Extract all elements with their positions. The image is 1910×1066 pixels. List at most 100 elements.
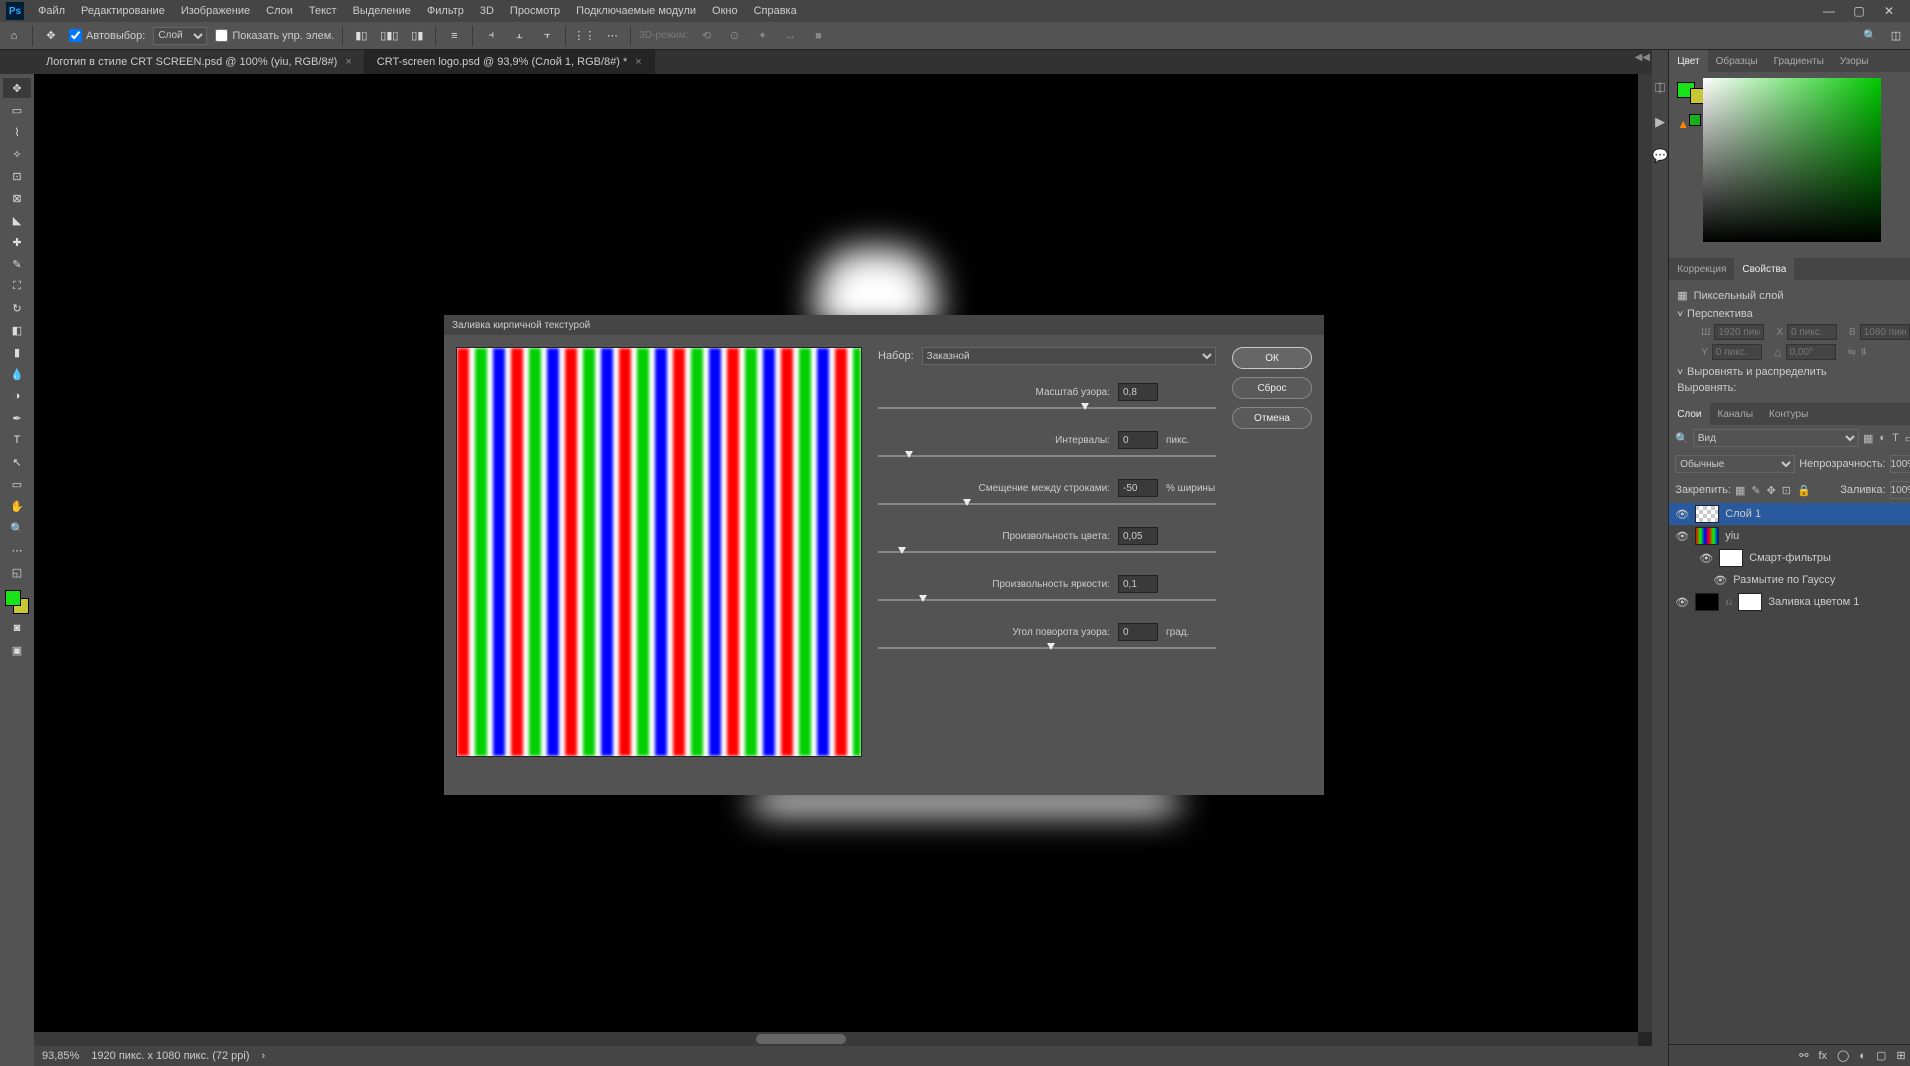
width-input[interactable]: [1714, 324, 1764, 340]
layer-row[interactable]: 👁 ⎌ Заливка цветом 1: [1669, 591, 1910, 613]
tab-color[interactable]: Цвет: [1669, 50, 1707, 72]
menu-window[interactable]: Окно: [704, 5, 746, 17]
document-tab[interactable]: CRT-screen logo.psd @ 93,9% (Слой 1, RGB…: [365, 50, 655, 74]
menu-3d[interactable]: 3D: [472, 5, 502, 17]
dodge-tool[interactable]: ◑: [3, 386, 31, 406]
visibility-toggle[interactable]: 👁: [1675, 530, 1689, 543]
param-input[interactable]: [1118, 623, 1158, 641]
menu-help[interactable]: Справка: [746, 5, 805, 17]
menu-edit[interactable]: Редактирование: [73, 5, 173, 17]
param-slider[interactable]: [878, 407, 1216, 409]
ok-button[interactable]: ОК: [1232, 347, 1312, 369]
menu-select[interactable]: Выделение: [345, 5, 419, 17]
crop-tool[interactable]: ⊡: [3, 166, 31, 186]
menu-text[interactable]: Текст: [301, 5, 345, 17]
layer-name[interactable]: Слой 1: [1725, 508, 1761, 520]
align-right-icon[interactable]: ▯▮: [407, 26, 427, 46]
lock-all-icon[interactable]: 🔒: [1797, 484, 1811, 497]
param-input[interactable]: [1118, 527, 1158, 545]
magic-wand-tool[interactable]: ✧: [3, 144, 31, 164]
layer-name[interactable]: yiu: [1725, 530, 1739, 542]
path-selection-tool[interactable]: ↖: [3, 452, 31, 472]
brush-tool[interactable]: ✎: [3, 254, 31, 274]
new-layer-icon[interactable]: ⊞: [1896, 1049, 1905, 1062]
workspace-icon[interactable]: ◫: [1886, 26, 1906, 46]
visibility-toggle[interactable]: 👁: [1713, 574, 1727, 587]
more-align-icon[interactable]: ≡: [444, 26, 464, 46]
filter-name[interactable]: Размытие по Гауссу: [1733, 574, 1835, 586]
maximize-button[interactable]: ▢: [1844, 0, 1874, 22]
preset-select[interactable]: Заказной: [922, 347, 1216, 365]
param-input[interactable]: [1118, 479, 1158, 497]
minimize-button[interactable]: —: [1814, 0, 1844, 22]
lock-artboard-icon[interactable]: ⊡: [1782, 484, 1791, 497]
document-size[interactable]: 1920 пикс. x 1080 пикс. (72 ppi): [91, 1050, 249, 1062]
layer-row[interactable]: 👁 Размытие по Гауссу ≡: [1669, 569, 1910, 591]
frame-tool[interactable]: ⊠: [3, 188, 31, 208]
hand-tool[interactable]: ✋: [3, 496, 31, 516]
adjustment-layer-icon[interactable]: ◐: [1859, 1050, 1866, 1062]
document-tab[interactable]: Логотип в стиле CRT SCREEN.psd @ 100% (y…: [34, 50, 365, 74]
close-button[interactable]: ✕: [1874, 0, 1904, 22]
tab-gradients[interactable]: Градиенты: [1766, 50, 1832, 72]
distribute-icon[interactable]: ⋮⋮: [574, 26, 594, 46]
layer-mask-thumbnail[interactable]: [1738, 593, 1762, 611]
layer-thumbnail[interactable]: [1695, 593, 1719, 611]
play-icon[interactable]: ▶: [1655, 114, 1665, 130]
align-top-icon[interactable]: ⫞: [481, 26, 501, 46]
transform-section[interactable]: ˅ Перспектива: [1677, 308, 1910, 320]
visibility-toggle[interactable]: 👁: [1675, 596, 1689, 609]
layer-style-icon[interactable]: fx: [1818, 1050, 1827, 1062]
menu-plugins[interactable]: Подключаемые модули: [568, 5, 704, 17]
close-tab-icon[interactable]: ×: [345, 56, 351, 68]
smart-filters-thumbnail[interactable]: [1719, 549, 1743, 567]
reset-button[interactable]: Сброс: [1232, 377, 1312, 399]
move-tool-icon[interactable]: ✥: [41, 26, 61, 46]
align-left-icon[interactable]: ▮▯: [351, 26, 371, 46]
x-input[interactable]: [1787, 324, 1837, 340]
filter-pixel-icon[interactable]: ▦: [1863, 432, 1873, 445]
param-slider[interactable]: [878, 455, 1216, 457]
height-input[interactable]: [1860, 324, 1910, 340]
search-icon[interactable]: 🔍: [1860, 26, 1880, 46]
layer-name[interactable]: Заливка цветом 1: [1768, 596, 1859, 608]
lock-pixels-icon[interactable]: ▦: [1735, 484, 1745, 497]
marquee-tool[interactable]: ▭: [3, 100, 31, 120]
filter-type-icon[interactable]: T: [1892, 432, 1899, 445]
param-input[interactable]: [1118, 575, 1158, 593]
visibility-toggle[interactable]: 👁: [1699, 552, 1713, 565]
blur-tool[interactable]: 💧: [3, 364, 31, 384]
flip-v-icon[interactable]: ⥮: [1860, 347, 1867, 358]
align-middle-icon[interactable]: ⫠: [509, 26, 529, 46]
menu-layers[interactable]: Слои: [258, 5, 301, 17]
param-slider[interactable]: [878, 551, 1216, 553]
param-input[interactable]: [1118, 383, 1158, 401]
foreground-background-colors[interactable]: [3, 588, 31, 616]
color-default-icon[interactable]: ◱: [3, 562, 31, 582]
clone-stamp-tool[interactable]: ⛶: [3, 276, 31, 296]
show-transform-controls[interactable]: Показать упр. элем.: [215, 29, 334, 42]
align-center-h-icon[interactable]: ▯▮▯: [379, 26, 399, 46]
gradient-tool[interactable]: ▮: [3, 342, 31, 362]
comment-icon[interactable]: 💬: [1652, 148, 1668, 164]
gamut-color[interactable]: [1689, 114, 1701, 126]
healing-brush-tool[interactable]: ✚: [3, 232, 31, 252]
search-icon[interactable]: 🔍: [1675, 432, 1689, 445]
library-icon[interactable]: ⎅: [1655, 80, 1665, 96]
lock-position-icon[interactable]: ✥: [1767, 484, 1776, 497]
visibility-toggle[interactable]: 👁: [1675, 508, 1689, 521]
param-slider[interactable]: [878, 647, 1216, 649]
fill-input[interactable]: [1890, 481, 1910, 499]
flip-h-icon[interactable]: ⇋: [1848, 347, 1856, 358]
home-icon[interactable]: ⌂: [4, 26, 24, 46]
auto-select-target[interactable]: Слой: [153, 27, 207, 45]
group-icon[interactable]: ▢: [1876, 1049, 1886, 1062]
auto-select-checkbox[interactable]: Автовыбор:: [69, 29, 145, 42]
edit-toolbar[interactable]: ⋯: [3, 540, 31, 560]
eyedropper-tool[interactable]: ◣: [3, 210, 31, 230]
link-layers-icon[interactable]: ⚯: [1799, 1049, 1808, 1062]
type-tool[interactable]: T: [3, 430, 31, 450]
zoom-tool[interactable]: 🔍: [3, 518, 31, 538]
blend-mode-select[interactable]: Обычные: [1675, 455, 1795, 473]
y-input[interactable]: [1712, 344, 1762, 360]
